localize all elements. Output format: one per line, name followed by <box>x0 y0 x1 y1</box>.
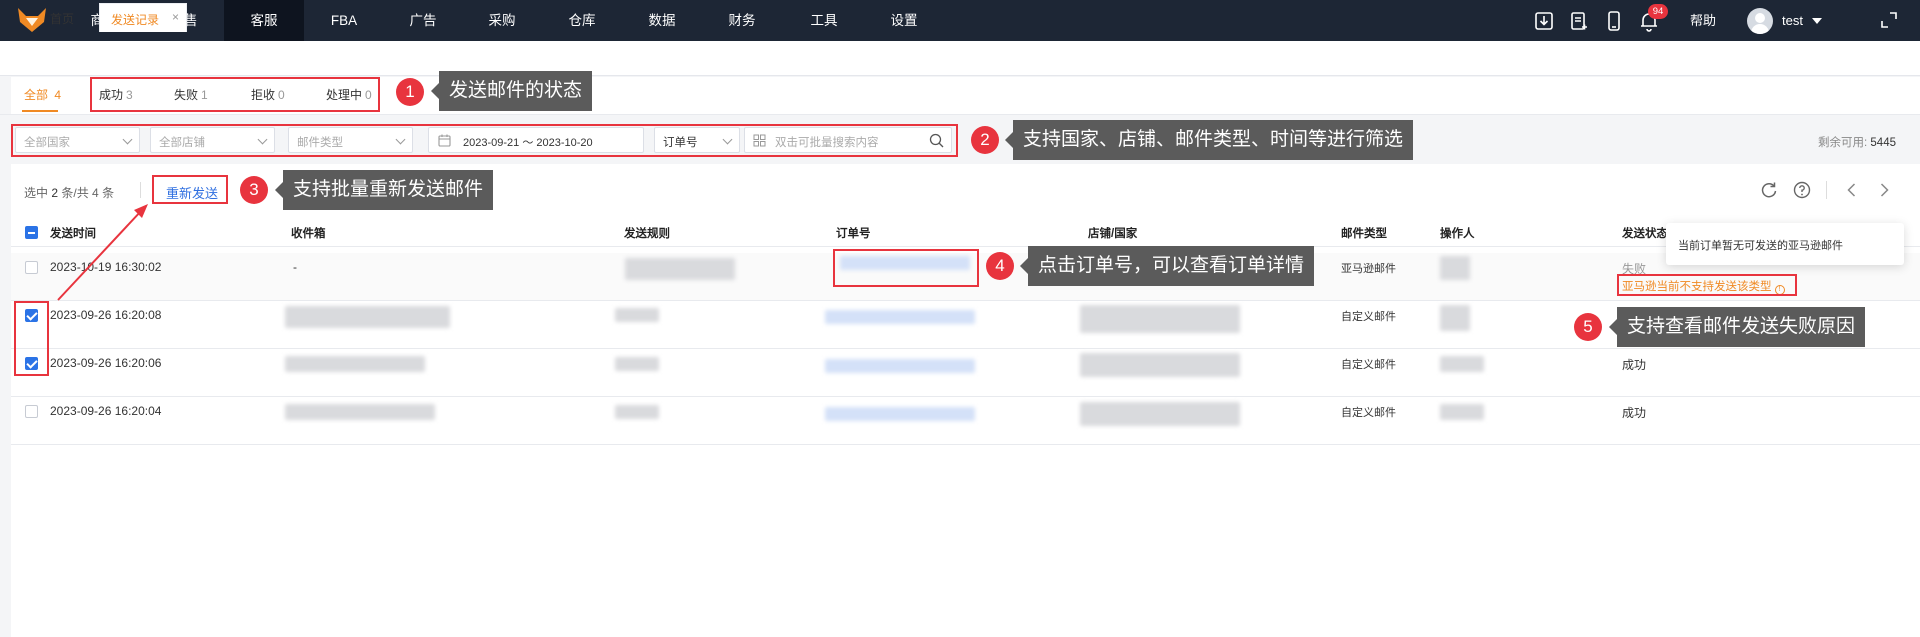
column-header-rule[interactable]: 发送规则 <box>624 225 670 241</box>
nav-item-data[interactable]: 数据 <box>636 0 688 41</box>
annotation-marker: 1 <box>396 78 424 106</box>
row-mail-type: 自定义邮件 <box>1341 311 1396 323</box>
remaining-quota: 剩余可用: 5445 <box>1818 134 1896 150</box>
row-inbox: - <box>293 260 297 274</box>
selection-count: 选中 2 条/共 4 条 <box>24 184 114 201</box>
row-divider <box>11 396 1920 397</box>
annotation-marker: 5 <box>1574 313 1602 341</box>
tab-home[interactable]: 首页 <box>50 10 74 27</box>
status-tab-all[interactable]: 全部 4 <box>24 86 61 103</box>
redacted-operator <box>1440 256 1470 280</box>
status-tab-all-count: 4 <box>54 88 62 102</box>
order-number-link[interactable] <box>825 359 975 373</box>
status-tab-all-label: 全部 <box>24 88 49 102</box>
annotation-marker: 3 <box>240 176 268 204</box>
nav-item-fba[interactable]: FBA <box>318 0 370 41</box>
redacted-rule <box>615 357 659 371</box>
download-icon[interactable] <box>1533 10 1555 32</box>
row-checkbox[interactable] <box>25 261 38 274</box>
redacted-operator <box>1440 356 1484 372</box>
annotation-callout: 支持查看邮件发送失败原因 <box>1608 307 1866 347</box>
row-mail-type: 自定义邮件 <box>1341 407 1396 419</box>
row-mail-type: 亚马逊邮件 <box>1341 263 1396 275</box>
column-header-operator[interactable]: 操作人 <box>1440 225 1475 241</box>
refresh-icon[interactable] <box>1759 180 1779 200</box>
selection-number: 2 <box>51 186 59 200</box>
annotation-box-filters <box>11 124 958 157</box>
document-edit-icon[interactable] <box>1568 10 1590 32</box>
order-number-link[interactable] <box>825 407 975 421</box>
status-tab-active-indicator <box>22 110 58 112</box>
divider <box>140 182 141 198</box>
annotation-box-order-no <box>833 249 979 287</box>
nav-item-tools[interactable]: 工具 <box>798 0 850 41</box>
annotation-box-resend <box>152 175 228 204</box>
row-send-time: 2023-09-26 16:20:06 <box>50 356 162 370</box>
nav-item-purchase[interactable]: 采购 <box>476 0 528 41</box>
chevron-right-icon[interactable] <box>1874 180 1894 200</box>
annotation-callout: 点击订单号，可以查看订单详情 <box>1019 246 1315 286</box>
redacted-operator <box>1440 404 1484 420</box>
row-divider <box>11 348 1920 349</box>
row-status: 成功 <box>1622 358 1647 372</box>
close-icon[interactable]: × <box>172 10 179 24</box>
page-tab-bar <box>0 41 1920 76</box>
notification-badge: 94 <box>1648 4 1668 19</box>
annotation-callout: 支持国家、店铺、邮件类型、时间等进行筛选 <box>1004 120 1414 160</box>
selection-prefix: 选中 <box>24 186 49 200</box>
chevron-down-icon[interactable] <box>1812 18 1822 24</box>
redacted-rule <box>615 405 659 419</box>
order-number-link[interactable] <box>825 310 975 324</box>
annotation-callout: 支持批量重新发送邮件 <box>274 170 494 210</box>
nav-item-warehouse[interactable]: 仓库 <box>556 0 608 41</box>
tooltip-text: 当前订单暂无可发送的亚马逊邮件 <box>1678 240 1843 252</box>
fullscreen-icon[interactable] <box>1880 11 1898 29</box>
annotation-arrow <box>57 204 148 301</box>
mobile-icon[interactable] <box>1603 10 1625 32</box>
annotation-marker: 2 <box>971 126 999 154</box>
nav-item-ads[interactable]: 广告 <box>397 0 449 41</box>
redacted-inbox <box>285 306 450 328</box>
annotation-box-fail-reason <box>1617 274 1797 296</box>
row-mail-type: 自定义邮件 <box>1341 359 1396 371</box>
chevron-left-icon[interactable] <box>1842 180 1862 200</box>
row-divider <box>11 300 1920 301</box>
annotation-callout: 发送邮件的状态 <box>430 71 593 111</box>
redacted-rule <box>625 258 735 280</box>
row-status: 成功 <box>1622 406 1647 420</box>
column-header-status[interactable]: 发送状态 <box>1622 225 1668 241</box>
remaining-label: 剩余可用: <box>1818 137 1868 149</box>
nav-item-finance[interactable]: 财务 <box>716 0 768 41</box>
user-name[interactable]: test <box>1782 0 1803 41</box>
select-all-checkbox[interactable] <box>25 226 38 239</box>
redacted-shop <box>1080 305 1240 333</box>
column-header-inbox[interactable]: 收件箱 <box>291 225 326 241</box>
column-header-shop-country[interactable]: 店铺/国家 <box>1088 225 1137 241</box>
tab-send-records-label: 发送记录 <box>111 13 160 27</box>
redacted-inbox <box>285 356 425 372</box>
column-header-mail-type[interactable]: 邮件类型 <box>1341 225 1387 241</box>
column-header-order-no[interactable]: 订单号 <box>836 225 871 241</box>
avatar[interactable] <box>1747 8 1773 34</box>
nav-item-settings[interactable]: 设置 <box>878 0 930 41</box>
row-checkbox[interactable] <box>25 405 38 418</box>
help-link[interactable]: 帮助 <box>1690 0 1716 41</box>
annotation-marker: 4 <box>986 252 1014 280</box>
redacted-operator <box>1440 305 1470 331</box>
selection-suffix: 条/共 4 条 <box>61 186 115 200</box>
redacted-rule <box>615 308 659 322</box>
redacted-shop <box>1080 402 1240 426</box>
fox-logo-icon[interactable] <box>14 6 50 34</box>
nav-item-customer-service[interactable]: 客服 <box>224 0 304 41</box>
row-send-time: 2023-09-26 16:20:04 <box>50 404 162 418</box>
redacted-inbox <box>285 404 435 420</box>
fail-reason-tooltip: 当前订单暂无可发送的亚马逊邮件 <box>1666 223 1904 265</box>
annotation-box-status <box>90 77 380 112</box>
tab-send-records[interactable]: 发送记录 × <box>99 3 187 32</box>
help-circle-icon[interactable] <box>1792 180 1812 200</box>
divider <box>1826 181 1827 199</box>
row-divider <box>11 444 1920 445</box>
redacted-shop <box>1080 353 1240 377</box>
remaining-value: 5445 <box>1870 137 1896 149</box>
